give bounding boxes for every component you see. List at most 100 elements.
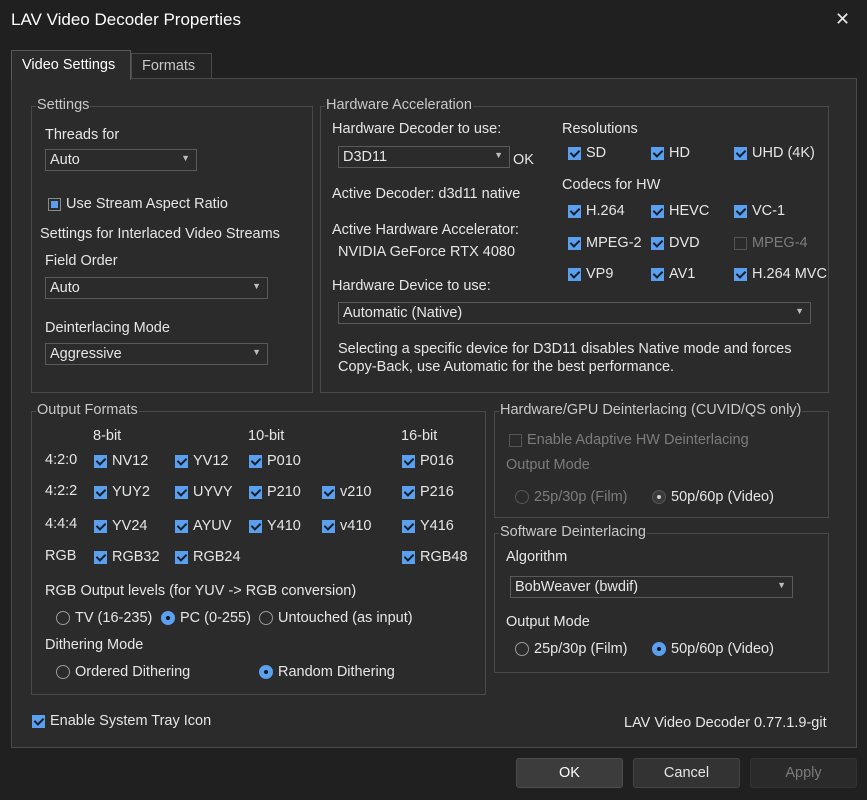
- deint-mode-select[interactable]: Aggressive ▼: [45, 343, 268, 365]
- fmt-y410-checkbox[interactable]: Y410: [249, 518, 301, 534]
- codec-h264mvc-label: H.264 MVC: [752, 266, 827, 282]
- codec-mpeg2-checkbox[interactable]: MPEG-2: [568, 235, 642, 251]
- level-untouched-label: Untouched (as input): [278, 610, 413, 626]
- res-uhd-checkbox[interactable]: UHD (4K): [734, 145, 815, 161]
- fmt-y416-checkbox[interactable]: Y416: [402, 518, 454, 534]
- close-icon[interactable]: ✕: [835, 9, 850, 30]
- fmt-p010-label: P010: [267, 453, 301, 469]
- algorithm-label: Algorithm: [506, 549, 568, 565]
- hw-decoder-select[interactable]: D3D11 ▼: [338, 146, 510, 168]
- checkbox-icon: [568, 146, 581, 160]
- hw-film-radio[interactable]: 25p/30p (Film): [515, 489, 627, 505]
- fmt-nv12-label: NV12: [112, 453, 149, 469]
- checkbox-icon: [94, 485, 107, 499]
- hw-video-radio[interactable]: 50p/60p (Video): [652, 489, 774, 505]
- codec-mpeg4-label: MPEG-4: [752, 235, 808, 251]
- res-sd-checkbox[interactable]: SD: [568, 145, 606, 161]
- dither-random-radio[interactable]: Random Dithering: [259, 664, 395, 680]
- fmt-rgb48-checkbox[interactable]: RGB48: [402, 549, 468, 565]
- fmt-yv24-checkbox[interactable]: YV24: [94, 518, 147, 534]
- fmt-yv12-checkbox[interactable]: YV12: [175, 453, 228, 469]
- row-420: 4:2:0: [45, 452, 78, 468]
- fmt-nv12-checkbox[interactable]: NV12: [94, 453, 148, 469]
- fmt-v410-label: v410: [340, 518, 372, 534]
- codec-vc1-label: VC-1: [752, 203, 786, 219]
- codec-hevc-checkbox[interactable]: HEVC: [651, 203, 709, 219]
- fmt-p010-checkbox[interactable]: P010: [249, 453, 301, 469]
- codec-dvd-checkbox[interactable]: DVD: [651, 235, 700, 251]
- sw-video-label: 50p/60p (Video): [671, 641, 774, 657]
- fmt-v210-checkbox[interactable]: v210: [322, 484, 371, 500]
- checkbox-icon: [48, 197, 61, 211]
- threads-value: Auto: [50, 152, 80, 168]
- fmt-p210-label: P210: [267, 484, 301, 500]
- fmt-v410-checkbox[interactable]: v410: [322, 518, 371, 534]
- fmt-rgb24-checkbox[interactable]: RGB24: [175, 549, 241, 565]
- checkbox-icon: [249, 519, 262, 533]
- chevron-down-icon: ▼: [252, 281, 261, 291]
- checkbox-icon: [322, 485, 335, 499]
- checkbox-icon: [651, 204, 664, 218]
- checkbox-icon: [94, 454, 107, 468]
- codec-h264mvc-checkbox[interactable]: H.264 MVC: [734, 266, 827, 282]
- field-order-select[interactable]: Auto ▼: [45, 277, 268, 299]
- checkbox-icon: [651, 267, 664, 281]
- codec-vc1-checkbox[interactable]: VC-1: [734, 203, 785, 219]
- deint-mode-value: Aggressive: [50, 346, 122, 362]
- checkbox-icon: [509, 433, 522, 447]
- threads-select[interactable]: Auto ▼: [45, 149, 197, 171]
- level-untouched-radio[interactable]: Untouched (as input): [259, 610, 413, 626]
- system-tray-checkbox[interactable]: Enable System Tray Icon: [32, 713, 211, 729]
- hw-device-select[interactable]: Automatic (Native) ▼: [338, 302, 811, 324]
- system-tray-label: Enable System Tray Icon: [50, 713, 212, 729]
- dither-ordered-label: Ordered Dithering: [75, 664, 191, 680]
- fmt-ayuv-checkbox[interactable]: AYUV: [175, 518, 231, 534]
- apply-button[interactable]: Apply: [750, 758, 857, 788]
- col-8bit: 8-bit: [93, 428, 122, 444]
- rgb-levels-label: RGB Output levels (for YUV -> RGB conver…: [45, 583, 357, 599]
- sw-film-radio[interactable]: 25p/30p (Film): [515, 641, 627, 657]
- adaptive-hw-deint-checkbox[interactable]: Enable Adaptive HW Deinterlacing: [509, 432, 749, 448]
- algorithm-select[interactable]: BobWeaver (bwdif) ▼: [510, 576, 793, 598]
- output-formats-legend: Output Formats: [36, 402, 139, 418]
- codec-vp9-checkbox[interactable]: VP9: [568, 266, 613, 282]
- resolutions-label: Resolutions: [562, 121, 638, 137]
- level-pc-radio[interactable]: PC (0-255): [161, 610, 251, 626]
- checkbox-icon: [734, 204, 747, 218]
- tab-video-settings[interactable]: Video Settings: [11, 50, 131, 80]
- fmt-p016-checkbox[interactable]: P016: [402, 453, 454, 469]
- stream-aspect-label: Use Stream Aspect Ratio: [66, 196, 228, 212]
- fmt-yv24-label: YV24: [112, 518, 148, 534]
- fmt-p216-checkbox[interactable]: P216: [402, 484, 454, 500]
- ok-button[interactable]: OK: [516, 758, 623, 788]
- tab-formats[interactable]: Formats: [131, 53, 212, 78]
- fmt-p210-checkbox[interactable]: P210: [249, 484, 301, 500]
- active-decoder: Active Decoder: d3d11 native: [332, 186, 521, 202]
- level-tv-label: TV (16-235): [75, 610, 153, 626]
- codec-dvd-label: DVD: [669, 235, 700, 251]
- hw-device-value: Automatic (Native): [343, 305, 463, 321]
- tab-strip: Video Settings Formats: [11, 50, 857, 80]
- radio-icon: [515, 490, 529, 504]
- codec-h264-checkbox[interactable]: H.264: [568, 203, 625, 219]
- checkbox-icon: [402, 519, 415, 533]
- codec-mpeg4-checkbox[interactable]: MPEG-4: [734, 235, 808, 251]
- fmt-rgb32-checkbox[interactable]: RGB32: [94, 549, 160, 565]
- codec-av1-checkbox[interactable]: AV1: [651, 266, 695, 282]
- res-hd-checkbox[interactable]: HD: [651, 145, 690, 161]
- checkbox-icon: [402, 454, 415, 468]
- chevron-down-icon: ▼: [494, 150, 503, 160]
- cancel-button[interactable]: Cancel: [633, 758, 740, 788]
- fmt-uyvy-checkbox[interactable]: UYVY: [175, 484, 233, 500]
- row-444: 4:4:4: [45, 516, 78, 532]
- row-rgb: RGB: [45, 548, 77, 564]
- field-order-label: Field Order: [45, 253, 118, 269]
- dither-ordered-radio[interactable]: Ordered Dithering: [56, 664, 190, 680]
- stream-aspect-checkbox[interactable]: Use Stream Aspect Ratio: [48, 196, 228, 212]
- settings-legend: Settings: [36, 97, 91, 113]
- fmt-yuy2-checkbox[interactable]: YUY2: [94, 484, 150, 500]
- field-order-value: Auto: [50, 280, 80, 296]
- sw-video-radio[interactable]: 50p/60p (Video): [652, 641, 774, 657]
- level-tv-radio[interactable]: TV (16-235): [56, 610, 152, 626]
- radio-icon: [161, 611, 175, 625]
